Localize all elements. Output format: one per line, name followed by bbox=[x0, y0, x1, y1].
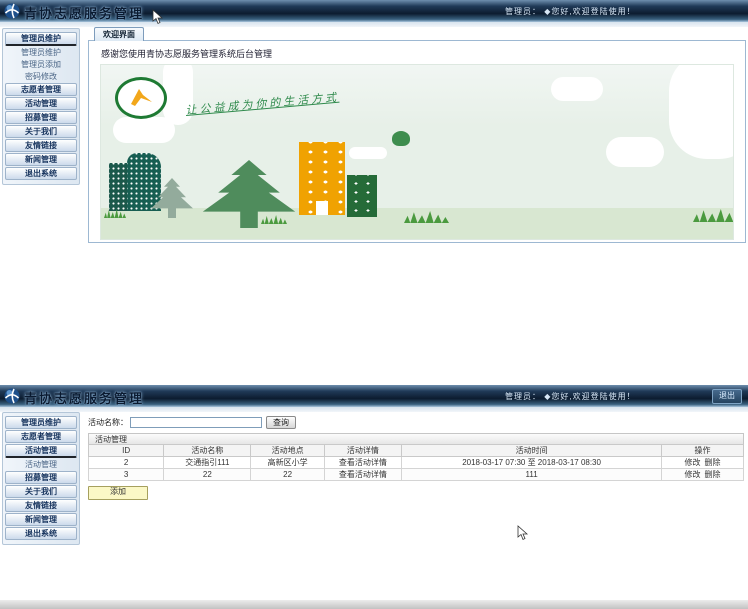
welcome-content: 欢迎界面 感谢您使用青协志愿服务管理系统后台管理 bbox=[88, 27, 746, 243]
cell-activity-location: 高新区小学 bbox=[251, 457, 324, 469]
edit-link[interactable]: 修改 bbox=[685, 470, 701, 479]
cell-activity-time: 111 bbox=[402, 469, 662, 481]
table-header-row: ID 活动名称 活动地点 活动详情 活动时间 操作 bbox=[89, 445, 744, 457]
building-green bbox=[347, 175, 377, 217]
table-row: 2 交通指引111 高新区小学 查看活动详情 2018-03-17 07:30 … bbox=[89, 457, 744, 469]
edit-link[interactable]: 修改 bbox=[685, 458, 701, 467]
sidebar-item-about-us[interactable]: 关于我们 bbox=[5, 125, 77, 138]
cell-activity-location: 22 bbox=[251, 469, 324, 481]
delete-link[interactable]: 删除 bbox=[705, 470, 721, 479]
sidebar-item-news[interactable]: 新闻管理 bbox=[5, 153, 77, 166]
search-label: 活动名称： bbox=[88, 417, 128, 428]
banner-illustration: 让公益成为你的生活方式 bbox=[100, 64, 734, 240]
logo-icon bbox=[4, 388, 20, 404]
table-row: 3 22 22 查看活动详情 111 修改删除 bbox=[89, 469, 744, 481]
sidebar-item-about-us[interactable]: 关于我们 bbox=[5, 485, 77, 498]
mouse-cursor bbox=[517, 525, 529, 541]
col-id: ID bbox=[89, 445, 164, 457]
welcome-message: 感谢您使用青协志愿服务管理系统后台管理 bbox=[89, 41, 745, 64]
activity-search-bar: 活动名称： 查询 bbox=[88, 415, 744, 429]
sidebar-item-admin-maintenance[interactable]: 管理员维护 bbox=[5, 416, 77, 429]
col-activity-location: 活动地点 bbox=[251, 445, 324, 457]
col-activity-time: 活动时间 bbox=[402, 445, 662, 457]
sidebar-item-recruitment[interactable]: 招募管理 bbox=[5, 111, 77, 124]
cell-activity-detail: 查看活动详情 bbox=[324, 457, 401, 469]
logo-icon bbox=[4, 3, 20, 19]
app-header: 青协志愿服务管理 管理员： ◆您好,欢迎登陆使用！ bbox=[0, 0, 748, 22]
table-title: 活动管理 bbox=[88, 433, 744, 444]
tab-welcome[interactable]: 欢迎界面 bbox=[94, 27, 144, 41]
sidebar-item-activities[interactable]: 活动管理 bbox=[5, 97, 77, 110]
user-status-text: 管理员： ◆您好,欢迎登陆使用！ bbox=[505, 6, 636, 17]
tree-round-small bbox=[392, 131, 410, 146]
banner-logo-icon bbox=[115, 77, 167, 119]
delete-link[interactable]: 删除 bbox=[705, 458, 721, 467]
logout-button[interactable]: 退出 bbox=[712, 389, 742, 404]
sidebar-subitem-activities[interactable]: 活动管理 bbox=[5, 459, 77, 470]
cell-activity-name: 22 bbox=[164, 469, 251, 481]
view-detail-link[interactable]: 查看活动详情 bbox=[339, 470, 387, 479]
sidebar-subitem-admin-add[interactable]: 管理员添加 bbox=[5, 59, 77, 70]
cell-activity-name: 交通指引111 bbox=[164, 457, 251, 469]
app-header: 青协志愿服务管理 管理员： ◆您好,欢迎登陆使用！ 退出 bbox=[0, 385, 748, 407]
cloud-shape bbox=[349, 147, 387, 159]
sidebar-item-news[interactable]: 新闻管理 bbox=[5, 513, 77, 526]
sidebar-item-recruitment[interactable]: 招募管理 bbox=[5, 471, 77, 484]
sidebar-subitem-admin-maintenance[interactable]: 管理员维护 bbox=[5, 47, 77, 58]
sidebar-item-volunteers[interactable]: 志愿者管理 bbox=[5, 83, 77, 96]
header-divider bbox=[0, 407, 748, 412]
cell-id: 3 bbox=[89, 469, 164, 481]
cell-operations: 修改删除 bbox=[662, 457, 744, 469]
app-title: 青协志愿服务管理 bbox=[24, 388, 144, 407]
view-detail-link[interactable]: 查看活动详情 bbox=[339, 458, 387, 467]
building-teal-rounded bbox=[127, 153, 161, 211]
sidebar-item-links[interactable]: 友情链接 bbox=[5, 499, 77, 512]
activity-management-page: 青协志愿服务管理 管理员： ◆您好,欢迎登陆使用！ 退出 管理员维护 志愿者管理… bbox=[0, 385, 748, 609]
sidebar-item-volunteers[interactable]: 志愿者管理 bbox=[5, 430, 77, 443]
sidebar-item-exit[interactable]: 退出系统 bbox=[5, 527, 77, 540]
cell-operations: 修改删除 bbox=[662, 469, 744, 481]
cell-activity-detail: 查看活动详情 bbox=[324, 469, 401, 481]
banner-ground bbox=[101, 208, 733, 239]
cell-id: 2 bbox=[89, 457, 164, 469]
query-button[interactable]: 查询 bbox=[266, 416, 296, 429]
app-title: 青协志愿服务管理 bbox=[24, 3, 144, 22]
sidebar-item-exit[interactable]: 退出系统 bbox=[5, 167, 77, 180]
cell-activity-time: 2018-03-17 07:30 至 2018-03-17 08:30 bbox=[402, 457, 662, 469]
cloud-shape bbox=[551, 77, 603, 101]
activity-name-input[interactable] bbox=[130, 417, 262, 428]
activity-content: 活动名称： 查询 活动管理 ID 活动名称 活动地点 活动详情 活动时间 bbox=[88, 415, 744, 500]
sidebar-item-links[interactable]: 友情链接 bbox=[5, 139, 77, 152]
welcome-panel: 感谢您使用青协志愿服务管理系统后台管理 bbox=[88, 40, 746, 243]
building-yellow bbox=[299, 142, 345, 215]
col-activity-detail: 活动详情 bbox=[324, 445, 401, 457]
building-door bbox=[316, 201, 328, 215]
screenshot-canvas: 青协志愿服务管理 管理员： ◆您好,欢迎登陆使用！ 管理员维护 管理员维护 管理… bbox=[0, 0, 748, 609]
sidebar-item-activities[interactable]: 活动管理 bbox=[5, 444, 77, 458]
sidebar-top: 管理员维护 管理员维护 管理员添加 密码修改 志愿者管理 活动管理 招募管理 关… bbox=[2, 28, 80, 185]
cloud-shape bbox=[669, 64, 734, 159]
col-activity-name: 活动名称 bbox=[164, 445, 251, 457]
cloud-shape bbox=[606, 137, 664, 167]
activities-table: ID 活动名称 活动地点 活动详情 活动时间 操作 2 交通指引111 高新区小… bbox=[88, 444, 744, 481]
bottom-gray-strip bbox=[0, 600, 748, 609]
sidebar-subitem-password-change[interactable]: 密码修改 bbox=[5, 71, 77, 82]
sidebar-item-admin-maintenance[interactable]: 管理员维护 bbox=[5, 32, 77, 46]
welcome-page: 青协志愿服务管理 管理员： ◆您好,欢迎登陆使用！ 管理员维护 管理员维护 管理… bbox=[0, 0, 748, 385]
banner-slogan: 让公益成为你的生活方式 bbox=[185, 76, 485, 118]
user-status-text: 管理员： ◆您好,欢迎登陆使用！ bbox=[505, 391, 636, 402]
sidebar-bottom: 管理员维护 志愿者管理 活动管理 活动管理 招募管理 关于我们 友情链接 新闻管… bbox=[2, 412, 80, 545]
col-operations: 操作 bbox=[662, 445, 744, 457]
add-button[interactable]: 添加 bbox=[88, 486, 148, 500]
cloud-shape bbox=[113, 117, 175, 143]
